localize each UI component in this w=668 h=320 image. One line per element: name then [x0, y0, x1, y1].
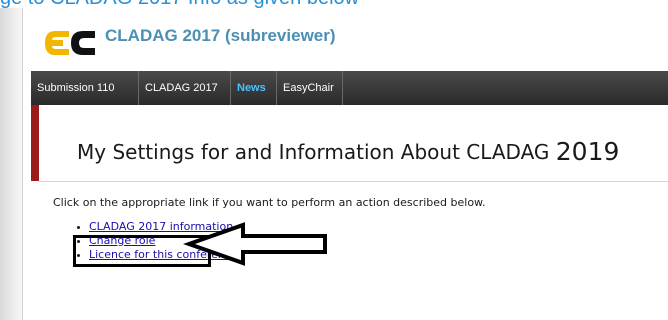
menu-item-cladag[interactable]: CLADAG 2017 [139, 71, 231, 105]
cropped-header-label: ge to CLADAG 2017 Info as given below [0, 0, 359, 8]
app-title: CLADAG 2017 (subreviewer) [105, 26, 336, 45]
menu-item-submission[interactable]: Submission 110 [31, 71, 139, 105]
easychair-page: CLADAG 2017 (subreviewer) Submission 110… [22, 8, 668, 320]
instruction-text: Click on the appropriate link if you wan… [53, 196, 486, 209]
main-menu-bar: Submission 110 CLADAG 2017 News EasyChai… [31, 71, 668, 105]
title-accent-bar [31, 105, 39, 181]
left-arrow-icon [183, 222, 327, 266]
title-divider [39, 181, 668, 182]
easychair-logo-icon[interactable] [43, 27, 99, 59]
page-title-year: 2019 [555, 137, 620, 166]
page-title-text: My Settings for and Information About CL… [77, 140, 550, 164]
cropped-header-text: ge to CLADAG 2017 Info as given below [0, 0, 668, 8]
menu-item-news[interactable]: News [231, 71, 277, 105]
list-bullet [77, 226, 80, 229]
left-background [0, 8, 22, 320]
page-title: My Settings for and Information About CL… [77, 136, 620, 166]
menu-item-easychair[interactable]: EasyChair [277, 71, 343, 105]
